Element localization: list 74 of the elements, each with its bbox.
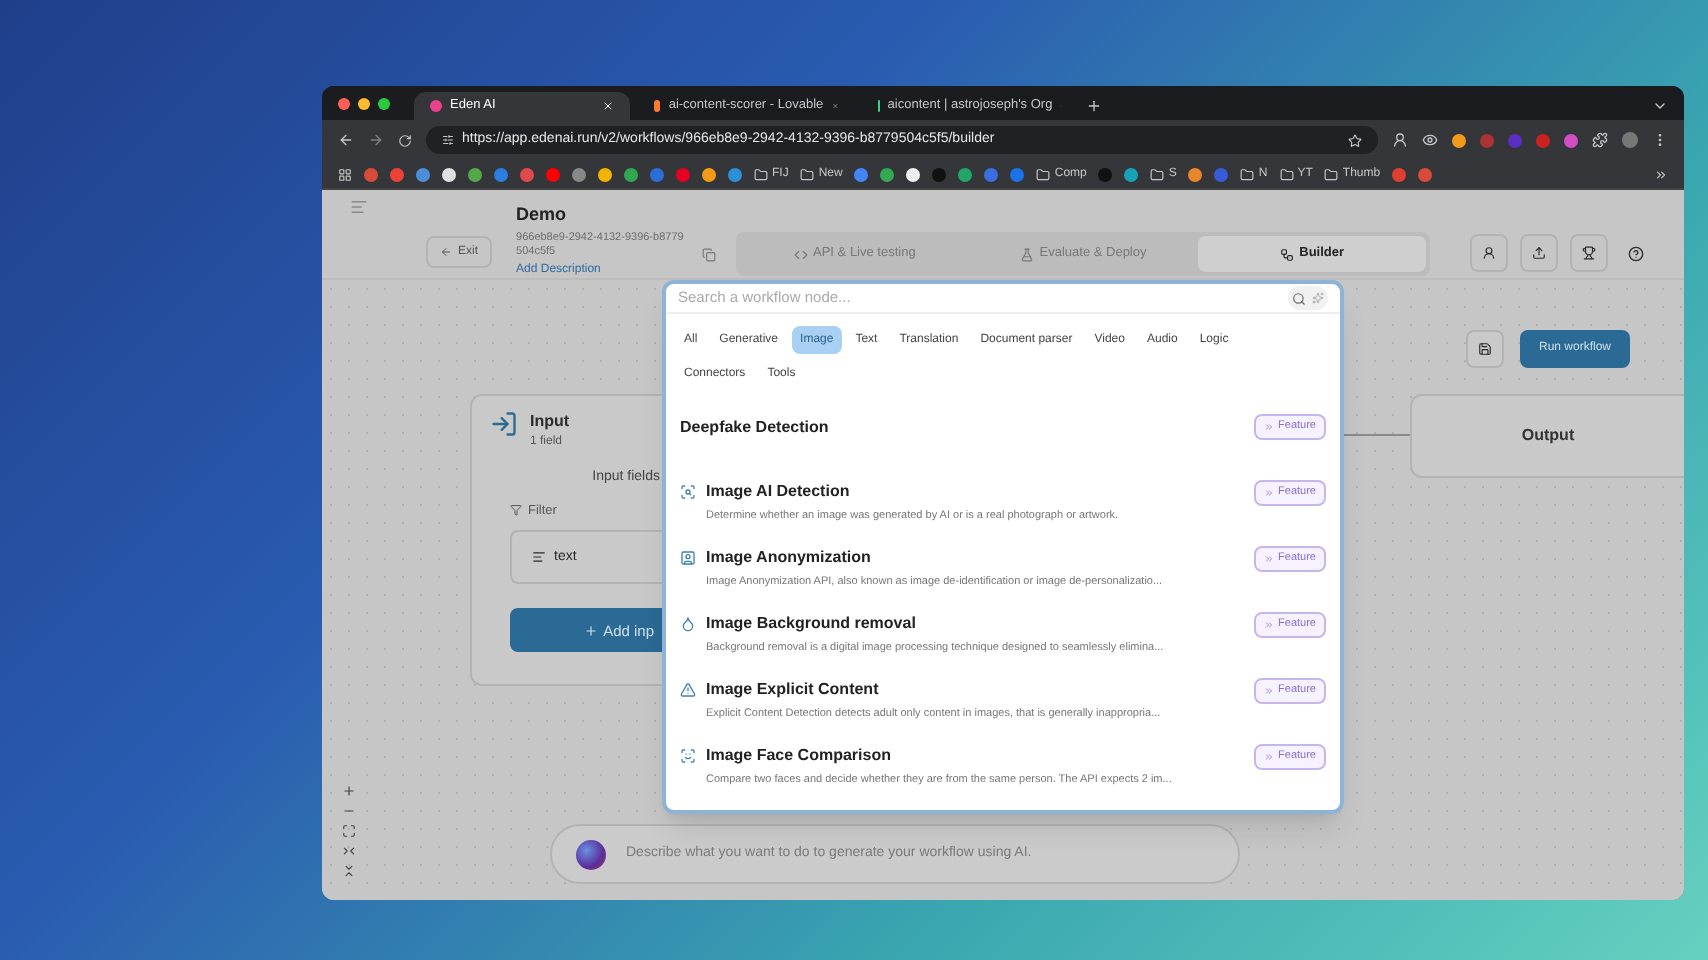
- node-title: Image Anonymization: [706, 546, 873, 570]
- text-lines-icon: [532, 550, 546, 565]
- copy-icon[interactable]: [702, 248, 717, 262]
- eye-icon[interactable]: [1422, 132, 1438, 148]
- node-icon: [680, 682, 696, 698]
- folder-icon: [800, 167, 815, 181]
- folder-icon: [1324, 167, 1339, 181]
- code-icon: [793, 247, 808, 261]
- arrow-left-icon: [440, 246, 452, 258]
- help-icon[interactable]: [1628, 245, 1645, 261]
- reload-icon[interactable]: [398, 133, 412, 147]
- node-icon: [680, 550, 696, 566]
- input-icon: [490, 410, 518, 438]
- node-icon: [680, 748, 696, 764]
- trophy-button[interactable]: [1570, 234, 1609, 272]
- folder-icon: [1279, 167, 1294, 181]
- filter-icon: [510, 504, 522, 517]
- workflow-title: Demo: [516, 202, 569, 228]
- chevrons-icon: [1264, 422, 1275, 432]
- chevrons-icon: [1264, 554, 1275, 564]
- ai-orb-icon: [576, 839, 606, 869]
- node-icon: [680, 616, 696, 632]
- chevrons-icon: [1264, 620, 1275, 630]
- apps-icon[interactable]: [338, 167, 352, 181]
- trophy-icon: [1582, 246, 1597, 260]
- folder-icon: [1036, 167, 1051, 181]
- flask-icon: [1019, 247, 1034, 261]
- node-title: Image Background removal: [706, 612, 918, 636]
- chevrons-icon: [1264, 752, 1275, 762]
- close-tab-icon[interactable]: [602, 100, 614, 112]
- more-bookmarks-icon[interactable]: [1654, 167, 1668, 181]
- minimize-icon[interactable]: [358, 97, 370, 109]
- search-icon[interactable]: [1292, 291, 1306, 305]
- new-tab-icon[interactable]: [1086, 98, 1102, 114]
- node-title: Image Explicit Content: [706, 678, 881, 702]
- close-icon[interactable]: [338, 97, 350, 109]
- zoom-in-icon[interactable]: [342, 784, 356, 798]
- site-icon: [430, 100, 442, 112]
- save-icon: [1478, 342, 1492, 356]
- output-node[interactable]: Output: [1410, 394, 1684, 478]
- profile-icon[interactable]: [1392, 132, 1408, 148]
- chevrons-icon: [1264, 686, 1275, 696]
- node-title: Deepfake Detection: [680, 416, 829, 440]
- node-title: Input: [530, 410, 570, 434]
- collapse-icon[interactable]: [342, 844, 356, 858]
- node-title: Image AI Detection: [706, 480, 852, 504]
- avatar-icon[interactable]: [1622, 132, 1638, 148]
- sidebar-toggle-icon[interactable]: [350, 198, 368, 216]
- extensions-icon[interactable]: [1592, 132, 1608, 148]
- site-icon: [654, 100, 661, 112]
- chevrons-icon: [1264, 488, 1275, 498]
- node-title: Image Face Comparison: [706, 744, 893, 768]
- search-button-group[interactable]: [1288, 286, 1328, 310]
- node-title: Output: [1521, 424, 1575, 448]
- upload-button[interactable]: [1520, 234, 1559, 272]
- save-button[interactable]: [1466, 330, 1504, 368]
- user-icon: [1482, 246, 1497, 260]
- bookmark-star-icon[interactable]: [1348, 133, 1362, 147]
- upload-icon: [1532, 246, 1547, 260]
- share-user-button[interactable]: [1470, 234, 1509, 272]
- connector-line: [1344, 434, 1410, 436]
- fit-view-icon[interactable]: [342, 824, 356, 838]
- zoom-out-icon[interactable]: [342, 804, 356, 818]
- maximize-icon[interactable]: [378, 97, 390, 109]
- node-icon: [680, 484, 696, 500]
- site-info-icon[interactable]: [442, 134, 454, 146]
- folder-icon: [1150, 167, 1165, 181]
- tab-search-icon[interactable]: [1652, 98, 1668, 114]
- folder-icon: [1240, 167, 1255, 181]
- folder-icon: [754, 167, 768, 181]
- expand-icon[interactable]: [342, 864, 356, 878]
- nodes-icon: [1279, 247, 1294, 261]
- back-icon[interactable]: [338, 132, 354, 148]
- plus-icon: [583, 623, 598, 638]
